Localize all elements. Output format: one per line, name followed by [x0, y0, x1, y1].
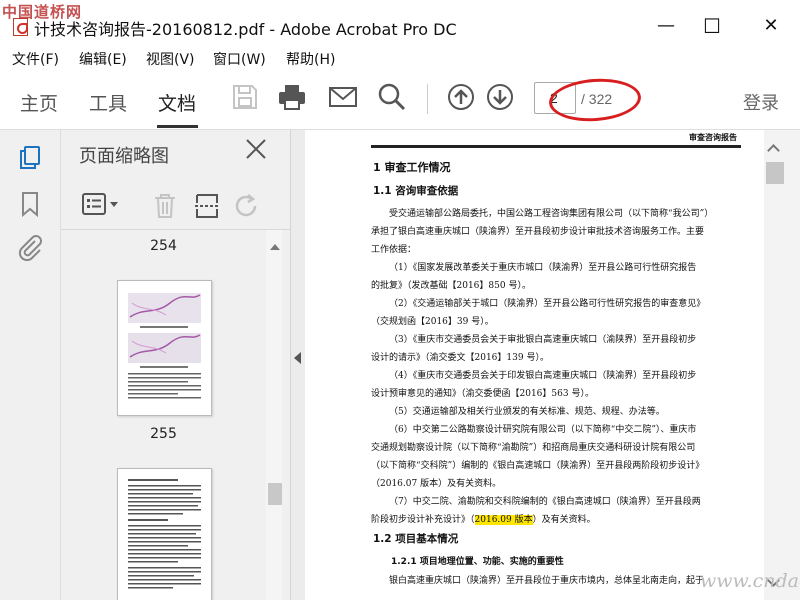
maximize-button[interactable]: ☐	[689, 10, 735, 42]
page-thumbnail-255[interactable]	[117, 280, 212, 416]
thumbnail-list[interactable]: 254 255	[61, 230, 266, 600]
menu-file[interactable]: 文件(F)	[12, 49, 59, 69]
body-line: （5）交通运输部及相关行业颁发的有关标准、规范、规程、办法等。	[389, 407, 665, 417]
panel-scrollbar[interactable]	[266, 230, 282, 600]
tab-tools[interactable]: 工具	[89, 89, 127, 116]
next-page-icon[interactable]	[485, 82, 515, 112]
toolbar-divider	[427, 84, 428, 114]
close-panel-icon[interactable]	[245, 138, 267, 160]
page-label: 255	[150, 426, 177, 442]
thumbnail-panel: 页面缩略图 254 255	[61, 130, 291, 600]
body-line: （以下简称“交科院”）编制的《银白高速城口（陕渝界）至开县段两阶段初步设计》	[371, 461, 705, 471]
scroll-up-arrow-icon[interactable]	[767, 144, 780, 157]
body-line: （6）中交第二公路勘察设计研究院有限公司（以下简称“中交二院”）、重庆市	[389, 425, 697, 435]
close-button[interactable]: ✕	[748, 10, 794, 42]
body-line: 阶段初步设计补充设计》（2016.09 版本）及有关资料。	[371, 512, 596, 525]
extract-page-icon[interactable]	[193, 192, 221, 220]
body-line: （1）《国家发展改革委关于重庆市城口（陕渝界）至开县公路可行性研究报告	[389, 263, 697, 273]
body-line: （交规划函【2016】39 号）。	[371, 317, 494, 327]
page-thumbnail-256[interactable]	[117, 468, 212, 600]
panel-title: 页面缩略图	[79, 146, 169, 167]
search-icon[interactable]	[377, 82, 407, 112]
body-line: （4）《重庆市交通委员会关于印发银白高速重庆城口（陕渝界）至开县段初步	[389, 371, 697, 381]
print-icon[interactable]	[277, 82, 307, 112]
login-link[interactable]: 登录	[743, 89, 779, 115]
body-line: 受交通运输部公路局委托，中国公路工程咨询集团有限公司（以下简称“我公司”）	[389, 209, 714, 219]
panel-collapse-handle[interactable]	[291, 130, 305, 600]
running-header: 审查咨询报告	[689, 132, 737, 142]
delete-page-icon[interactable]	[151, 192, 179, 220]
tab-document[interactable]: 文档	[158, 89, 196, 116]
document-scrollbar[interactable]	[764, 130, 800, 600]
bookmark-icon[interactable]	[16, 190, 44, 218]
scroll-up-arrow-icon[interactable]	[270, 244, 280, 250]
save-icon[interactable]	[230, 82, 260, 112]
heading-1-2: 1.2 项目基本情况	[373, 533, 459, 545]
document-view[interactable]: 审查咨询报告 1 审查工作情况 1.1 咨询审查依据 受交通运输部公路局委托，中…	[305, 130, 764, 600]
rotate-page-icon[interactable]	[233, 192, 261, 220]
highlighted-text[interactable]: 2016.09 版本	[474, 515, 533, 525]
pdf-page: 审查咨询报告 1 审查工作情况 1.1 咨询审查依据 受交通运输部公路局委托，中…	[329, 130, 749, 600]
menu-window[interactable]: 窗口(W)	[213, 49, 266, 69]
navigation-rail	[0, 130, 61, 600]
panel-toolbar	[61, 180, 290, 230]
body-line: 承担了银白高速重庆城口（陕渝界）至开县段初步设计审批技术咨询服务工作。主要	[371, 227, 705, 237]
body-line: 交通规划勘察设计院（以下简称“渝勘院”）和招商局重庆交通科研设计院有限公司	[371, 443, 696, 453]
body-line: 的批复》（发改基础【2016】850 号）。	[371, 281, 531, 291]
body-text: ）及有关资料。	[532, 515, 596, 525]
body-text: 阶段初步设计补充设计》（	[371, 515, 475, 525]
heading-1-2-1: 1.2.1 项目地理位置、功能、实施的重要性	[391, 557, 564, 567]
body-line: （2）《交通运输部关于城口（陕渝界）至开县公路可行性研究报告的审查意见》	[389, 299, 706, 309]
body-line: （2016.07 版本）及有关资料。	[371, 479, 502, 489]
acrobat-window: 中国道桥网 计技术咨询报告-20160812.pdf - Adobe Acrob…	[0, 0, 800, 600]
page-thumbnails-icon[interactable]	[16, 144, 44, 172]
previous-page-icon[interactable]	[446, 82, 476, 112]
collapse-arrow-icon[interactable]	[294, 352, 301, 364]
body-line: （7）中交二院、渝勘院和交科院编制的《银白高速城口（陕渝界）至开县段两	[389, 497, 701, 507]
header-rule	[371, 145, 741, 148]
thumbnail-options-icon[interactable]	[81, 192, 121, 218]
panel-scroll-thumb[interactable]	[268, 483, 282, 505]
window-title: 计技术咨询报告-20160812.pdf - Adobe Acrobat Pro…	[34, 20, 457, 39]
menu-help[interactable]: 帮助(H)	[286, 49, 335, 69]
active-tab-indicator	[157, 125, 198, 128]
minimize-button[interactable]: —	[643, 10, 689, 42]
body-line: 设计的请示》（渝交委文【2016】139 号）。	[371, 353, 549, 363]
title-bar: 中国道桥网 计技术咨询报告-20160812.pdf - Adobe Acrob…	[0, 0, 800, 44]
pdf-file-icon	[13, 18, 28, 36]
heading-1-1: 1.1 咨询审查依据	[373, 185, 459, 197]
email-icon[interactable]	[328, 82, 358, 112]
body-line: 工作依据：	[371, 245, 417, 255]
menu-view[interactable]: 视图(V)	[146, 49, 195, 69]
menu-bar: 文件(F) 编辑(E) 视图(V) 窗口(W) 帮助(H)	[0, 44, 800, 72]
menu-edit[interactable]: 编辑(E)	[79, 49, 127, 69]
heading-1: 1 审查工作情况	[373, 161, 451, 174]
watermark-url: www.cndao.com	[700, 570, 800, 592]
document-scroll-thumb[interactable]	[766, 162, 784, 184]
attachment-icon[interactable]	[16, 233, 44, 262]
page-label: 254	[150, 238, 177, 254]
tab-home[interactable]: 主页	[20, 89, 58, 116]
body-line: （3）《重庆市交通委员会关于审批银白高速重庆城口（渝陕界）至开县段初步	[389, 335, 697, 345]
main-toolbar: 主页 工具 文档 / 322 登录	[0, 72, 800, 130]
body-line: 设计预审意见的通知》（渝交委便函【2016】563 号）。	[371, 389, 594, 399]
body-line: 银白高速重庆城口（陕渝界）至开县段位于重庆市境内，总体呈北南走向，起于	[389, 576, 705, 586]
